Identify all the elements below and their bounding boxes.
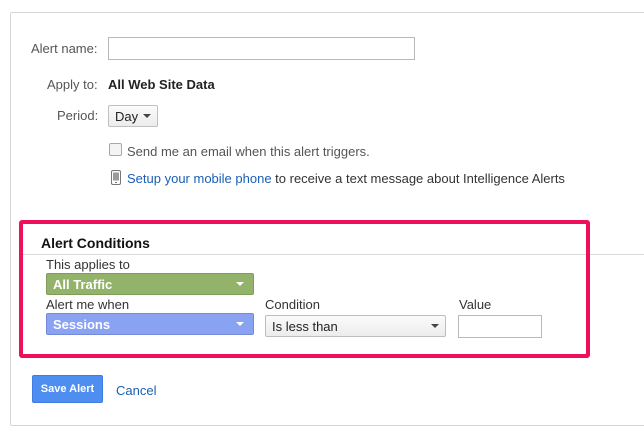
period-select[interactable]: Day xyxy=(108,105,159,127)
alert-name-input[interactable] xyxy=(108,37,415,60)
setup-mobile-link[interactable]: Setup your mobile phone xyxy=(127,171,272,186)
mobile-row: Setup your mobile phone to receive a tex… xyxy=(127,171,565,186)
save-alert-button[interactable]: Save Alert xyxy=(32,375,103,403)
caret-down-icon xyxy=(143,114,152,118)
period-value: Day xyxy=(115,108,139,124)
alert-form-panel xyxy=(10,12,644,426)
apply-to-label: Apply to: xyxy=(47,77,98,92)
period-label: Period: xyxy=(57,108,99,123)
email-checkbox[interactable] xyxy=(109,143,122,156)
alert-name-label: Alert name: xyxy=(31,41,98,56)
mobile-phone-icon xyxy=(111,170,121,185)
mobile-description: to receive a text message about Intellig… xyxy=(271,171,565,186)
apply-to-value: All Web Site Data xyxy=(108,77,215,92)
cancel-link[interactable]: Cancel xyxy=(116,383,156,398)
highlight-box xyxy=(19,220,590,358)
email-checkbox-label[interactable]: Send me an email when this alert trigger… xyxy=(127,144,370,159)
